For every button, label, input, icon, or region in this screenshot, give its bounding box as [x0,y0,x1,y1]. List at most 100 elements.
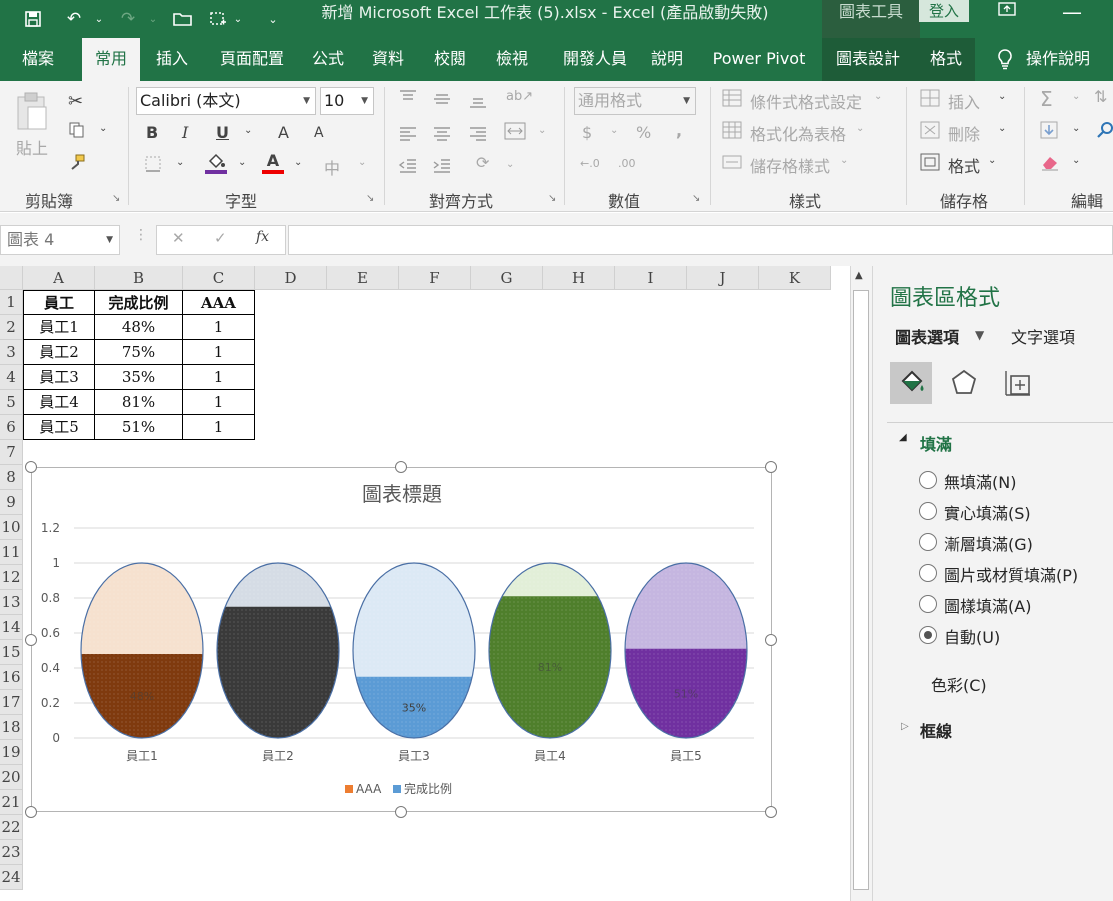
fill-section-header[interactable]: 填滿 [920,431,952,455]
resize-handle[interactable] [25,634,37,646]
column-header-c[interactable]: C [183,266,255,290]
row-header-7[interactable]: 7 [0,440,23,465]
resize-handle[interactable] [765,806,777,818]
tab-help[interactable]: 說明 [640,38,694,81]
comma-button[interactable]: , [676,121,682,140]
autosum-dropdown-icon[interactable]: ⌄ [1072,91,1080,102]
undo-dropdown-icon[interactable]: ⌄ [92,0,106,38]
redo-icon[interactable]: ↷ [114,0,142,38]
no-fill-label[interactable]: 無填滿(N) [944,469,1016,493]
increase-decimal-button[interactable]: ←.0 [580,157,600,170]
insert-dropdown-icon[interactable]: ⌄ [998,91,1006,102]
copy-icon[interactable] [68,121,86,143]
effects-icon[interactable] [943,362,985,404]
table-header-cell[interactable]: 員工 [23,290,95,315]
undo-icon[interactable]: ↶ [60,0,88,38]
delete-dropdown-icon[interactable]: ⌄ [998,123,1006,134]
tab-power-pivot[interactable]: Power Pivot [704,38,814,81]
insert-cells-icon[interactable] [920,89,940,111]
chart-area[interactable]: 圖表標題 1.2 1 0.8 0.6 0.4 0.2 0 48% 75% 35% 81% 51% 員… [31,467,772,812]
find-select-icon[interactable] [1096,121,1113,143]
column-header-i[interactable]: I [615,266,687,290]
fill-color-dropdown-icon[interactable]: ⌄ [238,157,246,168]
delete-cells-icon[interactable] [920,121,940,143]
shrink-font-button[interactable]: A [314,125,324,141]
bold-button[interactable]: B [146,123,158,142]
tab-review[interactable]: 校閱 [422,38,478,81]
tab-data[interactable]: 資料 [360,38,416,81]
row-header-20[interactable]: 20 [0,765,23,790]
lightbulb-icon[interactable] [988,38,1022,81]
cancel-icon[interactable]: ✕ [172,229,185,247]
column-header-a[interactable]: A [23,266,95,290]
row-header-2[interactable]: 2 [0,315,23,340]
chart-options-dropdown-icon[interactable]: ▼ [975,328,984,342]
chart-title[interactable]: 圖表標題 [362,482,442,506]
wrap-text-icon[interactable]: ⟳ [476,153,489,172]
sign-in-button[interactable]: 登入 [919,0,969,22]
table-cell[interactable]: 1 [183,390,255,415]
conditional-dropdown-icon[interactable]: ⌄ [874,91,882,102]
ribbon-display-options-icon[interactable] [998,0,1016,26]
tab-formulas[interactable]: 公式 [302,38,354,81]
row-header-1[interactable]: 1 [0,290,23,315]
column-header-h[interactable]: H [543,266,615,290]
format-dropdown-icon[interactable]: ⌄ [988,155,996,166]
merge-dropdown-icon[interactable]: ⌄ [538,125,546,136]
row-header-5[interactable]: 5 [0,390,23,415]
percent-button[interactable]: % [636,123,651,142]
wrap-dropdown-icon[interactable]: ⌄ [506,159,514,170]
grow-font-button[interactable]: A [278,123,289,142]
clear-dropdown-icon[interactable]: ⌄ [1072,155,1080,166]
align-right-icon[interactable] [468,125,488,145]
delete-cells-button[interactable]: 刪除 [948,121,980,145]
row-header-12[interactable]: 12 [0,565,23,590]
gradient-fill-radio[interactable] [919,533,937,551]
cell-styles-button[interactable]: 儲存格樣式 [750,153,830,177]
table-header-cell[interactable]: 完成比例 [95,290,183,315]
picture-fill-radio[interactable] [919,564,937,582]
currency-dropdown-icon[interactable]: ⌄ [610,125,618,136]
paste-button[interactable]: 貼上 [16,135,48,159]
row-header-4[interactable]: 4 [0,365,23,390]
fill-down-icon[interactable] [1040,121,1058,143]
font-size-combo[interactable]: 10 ▼ [320,87,374,115]
align-center-icon[interactable] [432,125,452,145]
table-cell[interactable]: 1 [183,340,255,365]
solid-fill-label[interactable]: 實心填滿(S) [944,500,1031,524]
font-color-dropdown-icon[interactable]: ⌄ [294,157,302,168]
row-header-6[interactable]: 6 [0,415,23,440]
insert-cells-button[interactable]: 插入 [948,89,980,113]
fill-color-icon[interactable] [205,151,227,179]
autosum-button[interactable]: Σ [1040,87,1053,111]
decrease-decimal-button[interactable]: .00 [618,157,636,170]
automatic-fill-radio[interactable] [919,626,937,644]
align-top-icon[interactable] [398,89,418,109]
row-header-9[interactable]: 9 [0,490,23,515]
table-cell[interactable]: 員工1 [23,315,95,340]
underline-dropdown-icon[interactable]: ⌄ [244,125,252,136]
clipboard-launcher-icon[interactable]: ↘ [112,193,120,204]
resize-handle[interactable] [395,461,407,473]
minimize-icon[interactable]: — [1062,0,1082,26]
row-header-14[interactable]: 14 [0,615,23,640]
formula-input[interactable] [288,225,1113,255]
collapse-triangle-icon[interactable]: ◢ [899,432,907,443]
table-cell[interactable]: 51% [95,415,183,440]
underline-button[interactable]: U [216,123,229,142]
table-dropdown-icon[interactable]: ⌄ [856,123,864,134]
align-left-icon[interactable] [398,125,418,145]
bar-group-1[interactable] [81,563,203,738]
no-fill-radio[interactable] [919,471,937,489]
column-header-e[interactable]: E [327,266,399,290]
vertical-scrollbar[interactable]: ▲ [850,266,872,901]
automatic-fill-label[interactable]: 自動(U) [944,624,1000,648]
table-cell[interactable]: 1 [183,315,255,340]
column-header-d[interactable]: D [255,266,327,290]
table-cell[interactable]: 48% [95,315,183,340]
format-painter-icon[interactable] [68,153,86,175]
chart-legend[interactable]: AAA 完成比例 [345,781,452,796]
table-cell[interactable]: 1 [183,415,255,440]
tab-view[interactable]: 檢視 [484,38,540,81]
cell-styles-dropdown-icon[interactable]: ⌄ [840,155,848,166]
